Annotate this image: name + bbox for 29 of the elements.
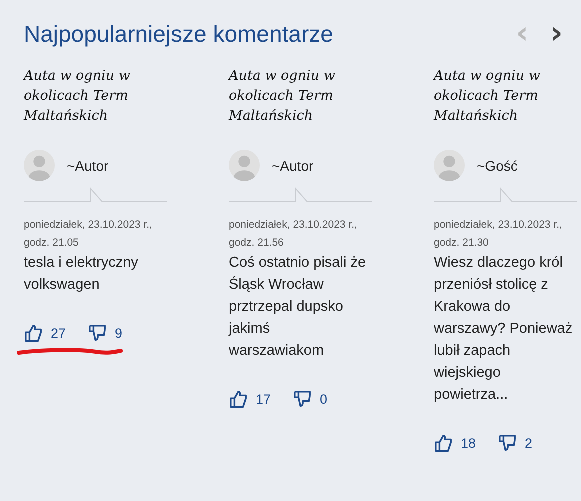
comment-text: Wiesz dlaczego król przeniósł stolicę z Krakowa do warszawy? Ponieważ lubił zapach wiejskiego powietrza... [434, 254, 573, 405]
like-count: 18 [461, 436, 476, 451]
comment-date: poniedziałek, 23.10.2023 r., godz. 21.56 [229, 218, 358, 251]
article-link[interactable]: Auta w ogniu w okolicach Term Maltańskich [24, 66, 169, 126]
thumbs-up-icon[interactable] [229, 390, 248, 409]
avatar-icon [434, 150, 465, 181]
thumbs-up-icon[interactable] [434, 434, 453, 453]
dislike-count: 2 [525, 436, 533, 451]
author-name: ~Gość [477, 158, 518, 174]
dislike-count: 0 [320, 392, 328, 407]
article-link[interactable]: Auta w ogniu w okolicach Term Maltańskich [434, 66, 579, 126]
thumbs-down-icon[interactable] [498, 434, 518, 453]
section-heading: Najpopularniejsze komentarze [24, 20, 334, 49]
like-count: 17 [256, 392, 272, 407]
comment-date: poniedziałek, 23.10.2023 r., godz. 21.30 [434, 218, 564, 251]
author-name: ~Autor [67, 158, 109, 174]
author-name: ~Autor [272, 158, 314, 174]
thumbs-up-icon[interactable] [24, 324, 43, 343]
avatar-icon [229, 150, 260, 181]
avatar-icon [24, 150, 55, 181]
comment-date: poniedziałek, 23.10.2023 r., godz. 21.05 [24, 218, 154, 251]
thumbs-down-icon[interactable] [293, 390, 312, 409]
comment-text: Coś ostatnio pisali że Śląsk Wrocław prztrzepal dupsko jakimś warszawiakom [229, 254, 368, 361]
dislike-count: 9 [115, 326, 123, 341]
thumbs-down-icon[interactable] [88, 324, 108, 343]
like-count: 27 [51, 326, 66, 341]
comment-text: tesla i elektryczny volkswagen [24, 254, 140, 295]
article-link[interactable]: Auta w ogniu w okolicach Term Maltańskich [229, 66, 374, 126]
carousel-arrow-button[interactable]: › [546, 19, 567, 49]
